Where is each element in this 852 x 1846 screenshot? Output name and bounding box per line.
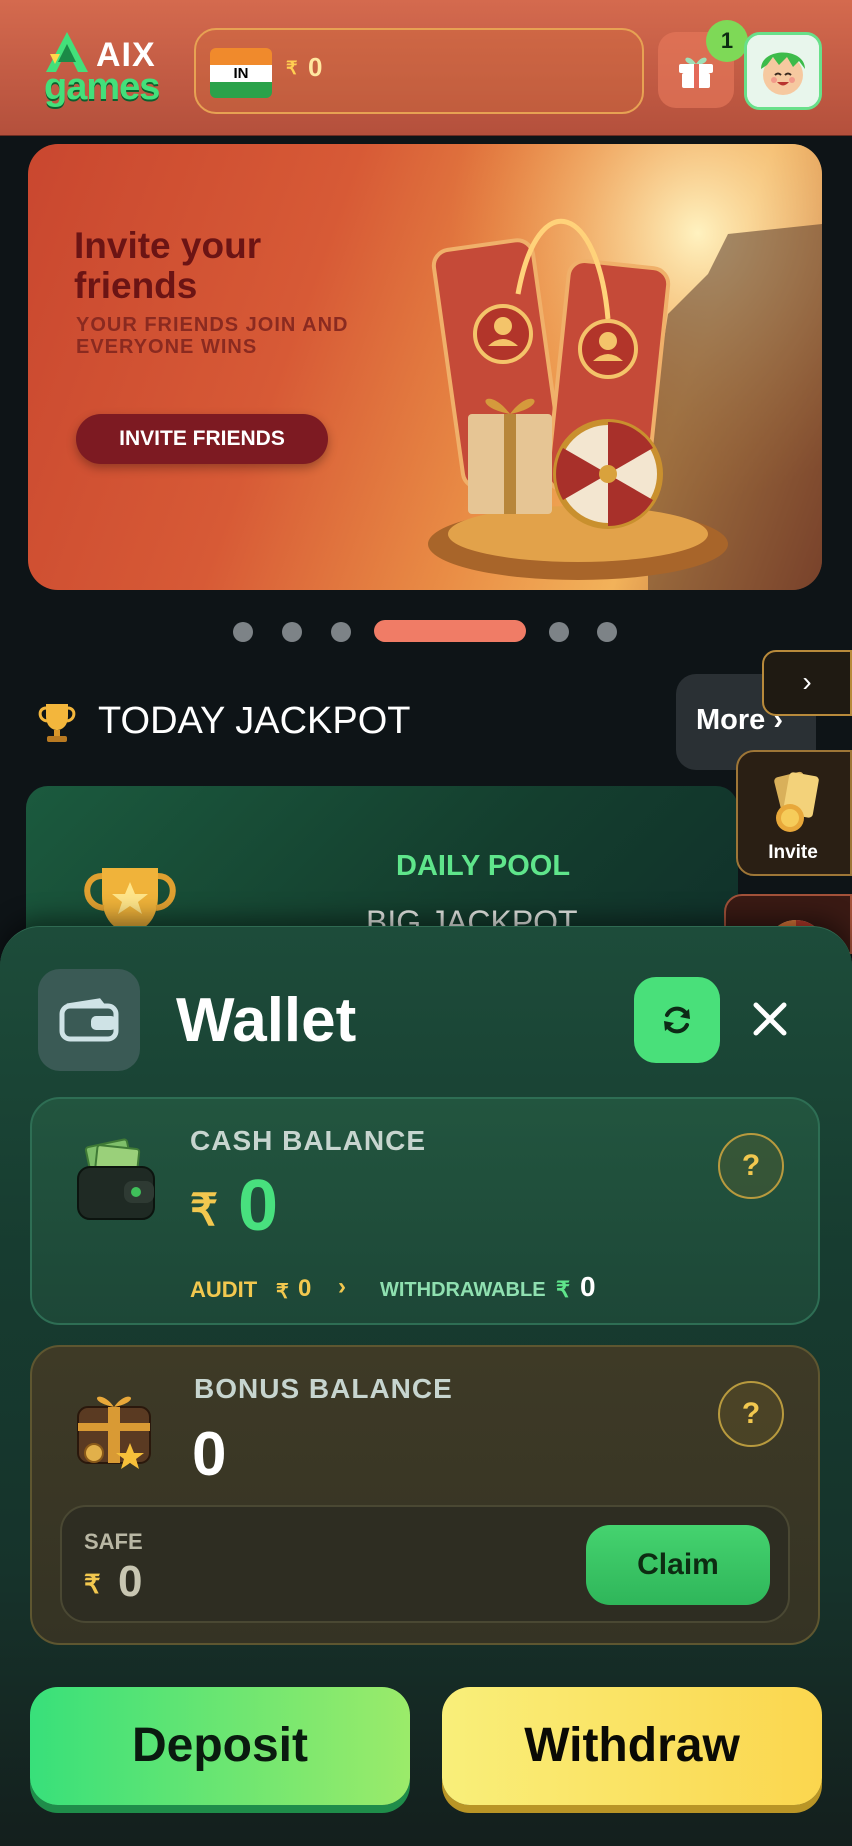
cash-rupee-icon: ₹	[190, 1186, 218, 1235]
rupee-icon: ₹	[286, 58, 298, 78]
avatar-face-icon	[747, 35, 819, 107]
header-balance[interactable]: IN ₹ 0	[194, 28, 644, 114]
india-flag-icon: IN	[210, 48, 272, 98]
withdrawable-label: WITHDRAWABLE	[380, 1279, 546, 1301]
user-avatar[interactable]	[744, 32, 822, 110]
top-header: AIX games IN ₹ 0 1	[0, 0, 852, 136]
side-menu-toggle[interactable]: ›	[762, 650, 852, 716]
claim-button[interactable]: Claim	[586, 1525, 770, 1605]
daily-pool-label: DAILY POOL	[396, 850, 571, 882]
carousel-dot[interactable]	[597, 622, 617, 642]
carousel-dot[interactable]	[331, 622, 351, 642]
notification-badge: 1	[706, 20, 748, 62]
carousel-dot[interactable]	[549, 622, 569, 642]
bonus-balance-card: BONUS BALANCE 0 ? SAFE ₹ 0 Claim	[30, 1345, 820, 1645]
jackpot-title: TODAY JACKPOT	[98, 700, 411, 742]
promo-banner[interactable]: Invite your friends YOUR FRIENDS JOIN AN…	[28, 144, 822, 590]
audit-rupee-icon: ₹	[276, 1281, 289, 1303]
safe-value: 0	[118, 1557, 143, 1606]
treasure-chest-icon	[77, 1396, 151, 1469]
carousel-dot[interactable]	[233, 622, 253, 642]
phones-gift-illustration-icon	[408, 144, 822, 590]
safe-box: SAFE ₹ 0 Claim	[60, 1505, 790, 1623]
safe-label: SAFE	[84, 1529, 143, 1554]
refresh-button[interactable]	[634, 977, 720, 1063]
header-balance-value: 0	[308, 52, 323, 82]
audit-label[interactable]: AUDIT	[190, 1277, 257, 1303]
trophy-icon	[38, 704, 76, 742]
wallet-icon	[38, 969, 140, 1071]
side-invite-label: Invite	[768, 842, 818, 863]
bonus-balance-value: 0	[192, 1420, 227, 1489]
cash-help-button[interactable]: ?	[718, 1133, 784, 1199]
withdrawable-value: 0	[580, 1271, 596, 1302]
banner-subtitle: YOUR FRIENDS JOIN AND EVERYONE WINS	[76, 314, 349, 358]
cash-balance-label: CASH BALANCE	[190, 1125, 426, 1156]
deposit-button[interactable]: Deposit	[30, 1687, 410, 1805]
carousel-dot[interactable]	[282, 622, 302, 642]
cash-balance-card: CASH BALANCE ₹ 0 AUDIT ₹ 0 › WITHDRAWABL…	[30, 1097, 820, 1325]
safe-rupee-icon: ₹	[84, 1569, 101, 1599]
side-invite-button[interactable]: Invite	[736, 750, 852, 876]
audit-chevron-icon[interactable]: ›	[338, 1273, 346, 1301]
money-cards-icon	[774, 771, 819, 832]
refresh-icon	[664, 1006, 690, 1034]
audit-value: 0	[298, 1275, 312, 1302]
close-button[interactable]	[740, 989, 800, 1049]
cash-balance-value: 0	[238, 1166, 279, 1246]
bonus-help-button[interactable]: ?	[718, 1381, 784, 1447]
cash-wallet-icon	[77, 1138, 155, 1220]
carousel-dot-active[interactable]	[374, 620, 526, 642]
withdraw-button[interactable]: Withdraw	[442, 1687, 822, 1805]
app-logo[interactable]: AIX games	[40, 28, 180, 112]
close-icon	[753, 1002, 787, 1036]
country-code: IN	[210, 64, 272, 82]
withdrawable-rupee-icon: ₹	[556, 1277, 570, 1302]
banner-title: Invite your friends	[74, 225, 262, 306]
logo-text-bottom: games	[44, 66, 160, 108]
invite-friends-button[interactable]: INVITE FRIENDS	[76, 414, 328, 464]
bonus-balance-label: BONUS BALANCE	[194, 1373, 453, 1404]
wallet-sheet: Wallet CASH BALANCE ₹ 0 AUDIT ₹ 0 › WITH…	[0, 926, 852, 1846]
wallet-title: Wallet	[176, 986, 357, 1055]
carousel-dots	[0, 620, 852, 642]
